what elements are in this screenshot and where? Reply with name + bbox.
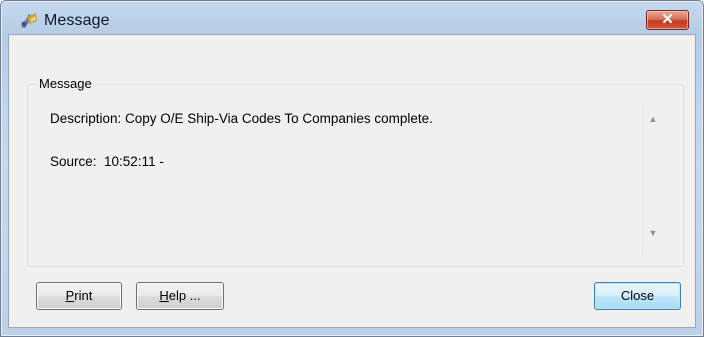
scroll-up-icon[interactable]: ▲	[643, 114, 663, 124]
message-text-area[interactable]: Description: Copy O/E Ship-Via Codes To …	[37, 99, 665, 258]
description-text: Description: Copy O/E Ship-Via Codes To …	[50, 111, 433, 126]
close-icon: ✕	[661, 11, 674, 28]
print-button[interactable]: Print	[36, 282, 122, 310]
close-button-label: Close	[620, 288, 655, 303]
close-button[interactable]: Close	[594, 282, 681, 310]
groupbox-label: Message	[35, 76, 96, 91]
title-bar[interactable]: Message ✕	[1, 1, 703, 35]
help-button[interactable]: Help ...	[136, 282, 224, 310]
help-accelerator: H	[159, 288, 169, 303]
app-icon	[21, 13, 37, 28]
print-accelerator: P	[65, 288, 75, 303]
vertical-scrollbar[interactable]: ▲ ▼	[642, 102, 663, 255]
source-text: Source: 10:52:11 -	[50, 154, 164, 169]
print-label: rint	[74, 288, 93, 303]
scroll-down-icon[interactable]: ▼	[643, 228, 663, 238]
window-close-button[interactable]: ✕	[646, 10, 689, 30]
help-label: elp ...	[168, 288, 201, 303]
window-title: Message	[44, 12, 110, 29]
